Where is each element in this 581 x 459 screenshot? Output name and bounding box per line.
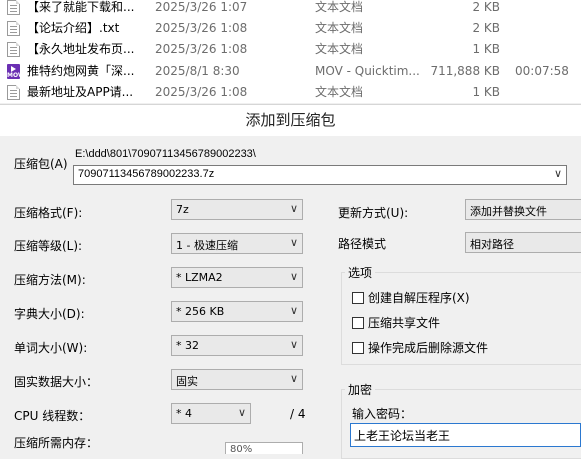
word-value: * 32 [176,339,199,352]
file-size: 711,888 KB [430,64,500,78]
file-row[interactable]: 【论坛介绍】.txt 2025/3/26 1:08 文本文档 2 KB [0,18,581,39]
password-label: 输入密码： [352,407,413,421]
file-size: 1 KB [472,42,500,56]
threads-max: / 4 [290,407,306,421]
file-date: 2025/3/26 1:08 [155,85,248,99]
chevron-down-icon: ∨ [237,406,246,419]
method-value: * LZMA2 [176,271,223,284]
update-value: 添加并替换文件 [470,205,547,218]
file-list: 【来了就能下载和... 2025/3/26 1:07 文本文档 2 KB 【论坛… [0,0,581,103]
password-input[interactable]: 上老王论坛当老王 [350,423,581,447]
dialog-title: 添加到压缩包 [0,105,581,136]
method-select[interactable]: * LZMA2 ∨ [171,267,303,288]
file-size: 2 KB [472,0,500,14]
level-select[interactable]: 1 - 极速压缩 ∨ [171,233,303,254]
delete-after-label: 操作完成后删除源文件 [368,341,489,355]
chevron-down-icon: ∨ [289,202,298,215]
file-name: 最新地址及APP请... [27,85,134,99]
sfx-checkbox[interactable] [352,292,364,304]
encryption-title: 加密 [345,381,376,398]
solid-label: 固实数据大小： [14,375,99,389]
file-date: 2025/3/26 1:08 [155,21,248,35]
password-value: 上老王论坛当老王 [354,429,451,443]
add-to-archive-dialog: 添加到压缩包 压缩包(A) E:\ddd\801\709071134567890… [0,104,581,459]
archive-name-value: 70907113456789002233.7z [78,168,215,180]
threads-value: * 4 [176,407,192,420]
file-row[interactable]: 【永久地址发布页... 2025/3/26 1:08 文本文档 1 KB [0,39,581,60]
file-size: 2 KB [472,21,500,35]
file-type: 文本文档 [315,0,364,14]
file-name: 【永久地址发布页... [27,42,135,56]
threads-select[interactable]: * 4 ∨ [171,403,251,424]
dict-label: 字典大小(D): [14,307,85,321]
solid-select[interactable]: 固实 ∨ [171,369,303,390]
memory-select[interactable]: 80% [225,442,303,454]
word-label: 单词大小(W): [14,341,88,355]
format-value: 7z [176,203,189,216]
pathmode-label: 路径模式 [338,237,387,251]
chevron-down-icon: ∨ [289,304,298,317]
word-select[interactable]: * 32 ∨ [171,335,303,356]
file-type: 文本文档 [315,42,364,56]
format-label: 压缩格式(F): [14,206,83,220]
mov-file-icon: MOV [7,64,23,79]
file-row[interactable]: 最新地址及APP请... 2025/3/26 1:08 文本文档 1 KB [0,82,581,103]
file-duration: 00:07:58 [515,64,569,78]
pathmode-select[interactable]: 相对路径 [465,232,581,253]
file-date: 2025/8/1 8:30 [155,64,240,78]
chevron-down-icon: ∨ [289,338,298,351]
update-label: 更新方式(U): [338,206,409,220]
format-select[interactable]: 7z ∨ [171,199,303,220]
archive-label: 压缩包(A) [14,157,68,171]
level-value: 1 - 极速压缩 [176,239,238,252]
file-date: 2025/3/26 1:07 [155,0,248,14]
chevron-down-icon[interactable]: ∨ [554,167,562,180]
file-name: 【论坛介绍】.txt [27,21,120,35]
pathmode-value: 相对路径 [470,238,514,251]
file-name: 【来了就能下载和... [27,0,135,14]
chevron-down-icon: ∨ [289,270,298,283]
options-title: 选项 [345,264,376,281]
text-file-icon [7,42,20,57]
threads-label: CPU 线程数： [14,409,91,423]
level-label: 压缩等级(L): [14,239,83,253]
shared-files-label: 压缩共享文件 [368,316,441,330]
memory-label: 压缩所需内存： [14,436,99,450]
sfx-label: 创建自解压程序(X) [368,291,470,305]
archive-name-input[interactable]: 70907113456789002233.7z ∨ [73,165,567,185]
update-select[interactable]: 添加并替换文件 [465,199,581,220]
text-file-icon [7,21,20,36]
text-file-icon [7,0,20,15]
method-label: 压缩方法(M): [14,273,86,287]
file-name: 推特约炮网黄「深... [27,64,135,78]
file-row[interactable]: MOV 推特约炮网黄「深... 2025/8/1 8:30 MOV - Quic… [0,61,581,82]
text-file-icon [7,85,20,100]
chevron-down-icon: ∨ [289,372,298,385]
file-type: MOV - Quicktim... [315,64,420,78]
dict-value: * 256 KB [176,305,225,318]
memory-value: 80% [230,444,253,454]
delete-after-checkbox[interactable] [352,342,364,354]
file-row[interactable]: 【来了就能下载和... 2025/3/26 1:07 文本文档 2 KB [0,0,581,18]
archive-path: E:\ddd\801\70907113456789002233\ [75,148,256,160]
file-type: 文本文档 [315,21,364,35]
dict-select[interactable]: * 256 KB ∨ [171,301,303,322]
file-size: 1 KB [472,85,500,99]
file-type: 文本文档 [315,85,364,99]
chevron-down-icon: ∨ [289,236,298,249]
file-date: 2025/3/26 1:08 [155,42,248,56]
shared-files-checkbox[interactable] [352,317,364,329]
solid-value: 固实 [176,375,198,388]
